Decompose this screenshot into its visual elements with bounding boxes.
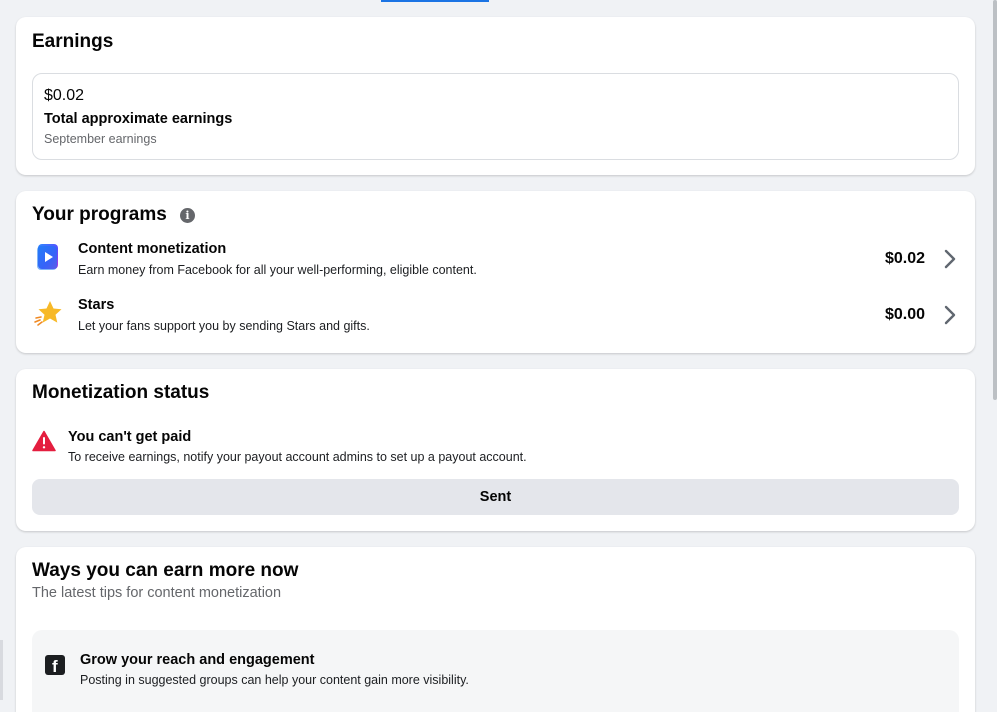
active-tab-indicator [381, 0, 489, 2]
earnings-amount: $0.02 [44, 87, 85, 104]
info-icon[interactable]: i [180, 208, 195, 223]
earnings-period: September earnings [44, 132, 157, 146]
star-icon [34, 301, 62, 326]
program-row-content-monetization[interactable]: Content monetization Earn money from Fac… [16, 238, 975, 282]
program-row-stars[interactable]: Stars Let your fans support you by sendi… [16, 294, 975, 338]
chevron-right-icon[interactable] [943, 248, 957, 270]
alert-title: You can't get paid [68, 429, 192, 445]
earn-more-title: Ways you can earn more now [32, 560, 299, 581]
earnings-title: Earnings [32, 31, 114, 52]
program-amount: $0.00 [884, 306, 925, 323]
tip-item[interactable]: f Grow your reach and engagement Posting… [32, 630, 959, 712]
tip-title: Grow your reach and engagement [80, 652, 315, 668]
alert-description: To receive earnings, notify your payout … [68, 450, 527, 464]
scrollbar[interactable] [992, 0, 997, 712]
tip-description: Posting in suggested groups can help you… [80, 673, 469, 687]
program-amount: $0.02 [884, 250, 925, 267]
sent-button[interactable]: Sent [32, 479, 959, 515]
program-description: Let your fans support you by sending Sta… [78, 319, 370, 333]
program-name: Stars [78, 297, 115, 313]
left-panel-edge [0, 640, 3, 700]
scrollbar-thumb[interactable] [993, 0, 997, 400]
program-description: Earn money from Facebook for all your we… [78, 263, 477, 277]
earnings-label: Total approximate earnings [44, 111, 233, 127]
status-title: Monetization status [32, 382, 210, 403]
earn-more-subtitle: The latest tips for content monetization [32, 585, 282, 601]
monetization-status-card: Monetization status You can't get paid T… [16, 369, 975, 531]
warning-icon [32, 430, 56, 452]
facebook-icon: f [45, 655, 65, 676]
programs-title: Your programs [32, 204, 167, 225]
earnings-card: Earnings $0.02 Total approximate earning… [16, 17, 975, 175]
program-name: Content monetization [78, 241, 227, 257]
earnings-summary-box: $0.02 Total approximate earnings Septemb… [32, 73, 959, 160]
earn-more-card: Ways you can earn more now The latest ti… [16, 547, 975, 712]
chevron-right-icon[interactable] [943, 304, 957, 326]
play-icon [37, 244, 58, 270]
programs-card: Your programs i Content monetization Ear… [16, 191, 975, 353]
